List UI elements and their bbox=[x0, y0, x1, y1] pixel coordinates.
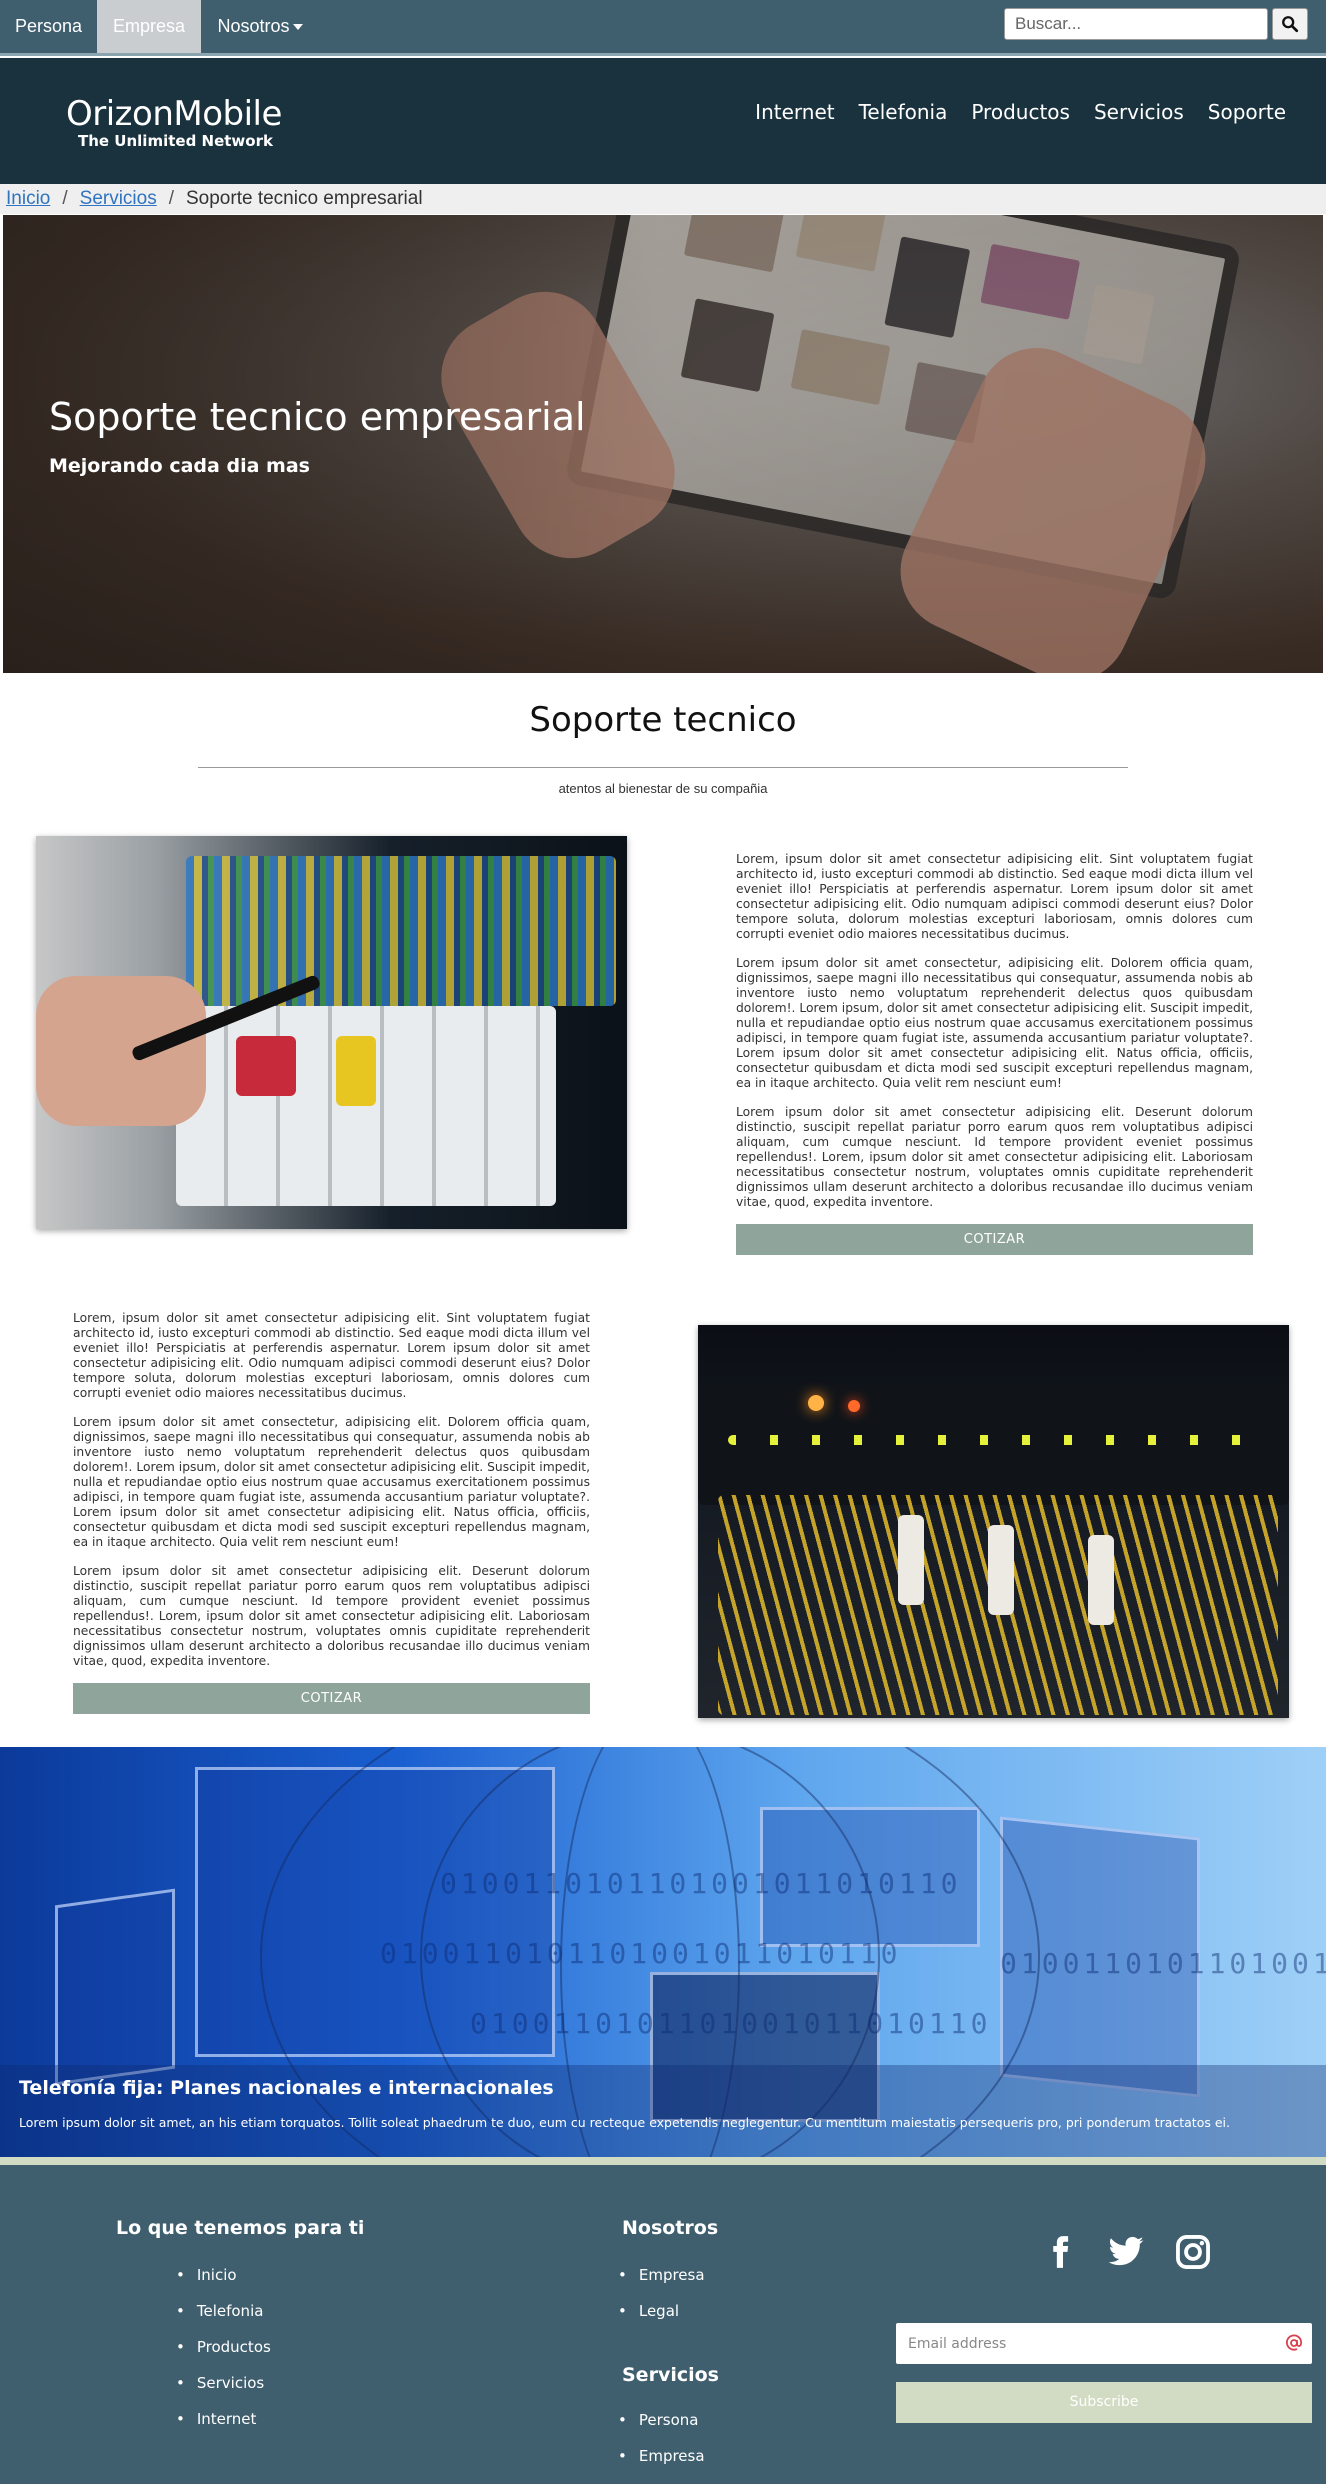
binary-text: 0100110101101001011010110 bbox=[470, 2007, 992, 2040]
nav-internet[interactable]: Internet bbox=[755, 100, 834, 124]
footer-link-inicio[interactable]: Inicio bbox=[180, 2266, 271, 2302]
block1-text: Lorem, ipsum dolor sit amet consectetur … bbox=[736, 852, 1253, 1224]
section-divider bbox=[198, 767, 1128, 768]
section-title: Soporte tecnico bbox=[529, 700, 797, 740]
banner-text: Lorem ipsum dolor sit amet, an his etiam… bbox=[19, 2115, 1230, 2130]
block2-paragraph: Lorem ipsum dolor sit amet consectetur a… bbox=[73, 1564, 590, 1668]
hero-banner: Soporte tecnico empresarial Mejorando ca… bbox=[3, 215, 1323, 673]
search-button[interactable] bbox=[1272, 8, 1308, 40]
footer-col3-title: Servicios bbox=[622, 2364, 719, 2386]
block1-paragraph: Lorem ipsum dolor sit amet consectetur a… bbox=[736, 1105, 1253, 1209]
block2-paragraph: Lorem ipsum dolor sit amet consectetur, … bbox=[73, 1415, 590, 1549]
footer-col3-list: Persona Empresa bbox=[622, 2411, 705, 2483]
segment-empresa[interactable]: Empresa bbox=[97, 0, 201, 53]
breadcrumb: Inicio / Servicios / Soporte tecnico empresa… bbox=[0, 184, 1326, 214]
breadcrumb-separator: / bbox=[168, 188, 174, 209]
block1-paragraph: Lorem, ipsum dolor sit amet consectetur … bbox=[736, 852, 1253, 941]
hero-overlay bbox=[3, 215, 1323, 673]
banner-title: Telefonía fija: Planes nacionales e inte… bbox=[19, 2077, 554, 2099]
at-sign-icon bbox=[1286, 2334, 1303, 2351]
binary-text: 0100110101101001011010110 bbox=[1000, 1947, 1326, 1980]
binary-text: 0100110101101001011010110 bbox=[440, 1867, 962, 1900]
footer-link-telefonia[interactable]: Telefonia bbox=[180, 2302, 271, 2338]
segment-nosotros-dropdown[interactable]: Nosotros bbox=[201, 0, 319, 53]
brand-tagline: The Unlimited Network bbox=[78, 132, 273, 150]
breadcrumb-current: Soporte tecnico empresarial bbox=[186, 188, 423, 209]
fiber-cables-photo bbox=[698, 1325, 1289, 1718]
hero-subtitle: Mejorando cada dia mas bbox=[49, 455, 310, 477]
nav-servicios[interactable]: Servicios bbox=[1094, 100, 1184, 124]
cotizar-button-1[interactable]: COTIZAR bbox=[736, 1224, 1253, 1255]
block2-text: Lorem, ipsum dolor sit amet consectetur … bbox=[73, 1311, 590, 1683]
segment-nosotros-label: Nosotros bbox=[217, 16, 290, 36]
instagram-icon[interactable] bbox=[1174, 2233, 1212, 2271]
footer-col2-title: Nosotros bbox=[622, 2217, 719, 2239]
caret-down-icon bbox=[292, 24, 303, 31]
site-footer: Lo que tenemos para ti Inicio Telefonia … bbox=[0, 2165, 1326, 2484]
footer-col1-title: Lo que tenemos para ti bbox=[116, 2217, 365, 2239]
breadcrumb-inicio[interactable]: Inicio bbox=[6, 188, 50, 209]
banner-strip bbox=[0, 2157, 1326, 2165]
brand-name: OrizonMobile bbox=[66, 94, 282, 134]
nav-productos[interactable]: Productos bbox=[971, 100, 1070, 124]
breadcrumb-servicios[interactable]: Servicios bbox=[80, 188, 157, 209]
nav-soporte[interactable]: Soporte bbox=[1208, 100, 1286, 124]
social-links bbox=[1042, 2233, 1212, 2271]
footer-link-legal[interactable]: Legal bbox=[622, 2302, 705, 2338]
block1-paragraph: Lorem ipsum dolor sit amet consectetur, … bbox=[736, 956, 1253, 1090]
hero-title: Soporte tecnico empresarial bbox=[49, 395, 586, 439]
promo-banner: 0100110101101001011010110 01001101011010… bbox=[0, 1747, 1326, 2165]
nav-telefonia[interactable]: Telefonia bbox=[859, 100, 948, 124]
top-bar: Persona Empresa Nosotros bbox=[0, 0, 1326, 56]
binary-text: 0100110101101001011010110 bbox=[380, 1937, 902, 1970]
footer-link-servicios[interactable]: Servicios bbox=[180, 2374, 271, 2410]
breadcrumb-separator: / bbox=[62, 188, 68, 209]
section-subtitle: atentos al bienestar de su compañia bbox=[558, 781, 768, 796]
search-icon bbox=[1282, 16, 1299, 33]
footer-link-empresa[interactable]: Empresa bbox=[622, 2266, 705, 2302]
segment-persona[interactable]: Persona bbox=[0, 0, 97, 53]
email-field[interactable] bbox=[896, 2323, 1312, 2364]
footer-link-internet[interactable]: Internet bbox=[180, 2410, 271, 2446]
footer-col2-list: Empresa Legal bbox=[622, 2266, 705, 2338]
main-nav: Internet Telefonia Productos Servicios S… bbox=[755, 100, 1286, 124]
search-input[interactable] bbox=[1004, 8, 1268, 40]
footer-link-productos[interactable]: Productos bbox=[180, 2338, 271, 2374]
twitter-icon[interactable] bbox=[1106, 2233, 1146, 2271]
site-header: OrizonMobile The Unlimited Network Inter… bbox=[0, 58, 1326, 184]
brand-logo[interactable]: OrizonMobile The Unlimited Network bbox=[66, 94, 282, 150]
footer-col1-list: Inicio Telefonia Productos Servicios Int… bbox=[180, 2266, 271, 2446]
footer-link-empresa-2[interactable]: Empresa bbox=[622, 2447, 705, 2483]
block2-paragraph: Lorem, ipsum dolor sit amet consectetur … bbox=[73, 1311, 590, 1400]
footer-link-persona[interactable]: Persona bbox=[622, 2411, 705, 2447]
facebook-icon[interactable] bbox=[1042, 2233, 1078, 2271]
cotizar-button-2[interactable]: COTIZAR bbox=[73, 1683, 590, 1714]
subscribe-button[interactable]: Subscribe bbox=[896, 2382, 1312, 2423]
electrical-panel-photo bbox=[36, 836, 627, 1229]
